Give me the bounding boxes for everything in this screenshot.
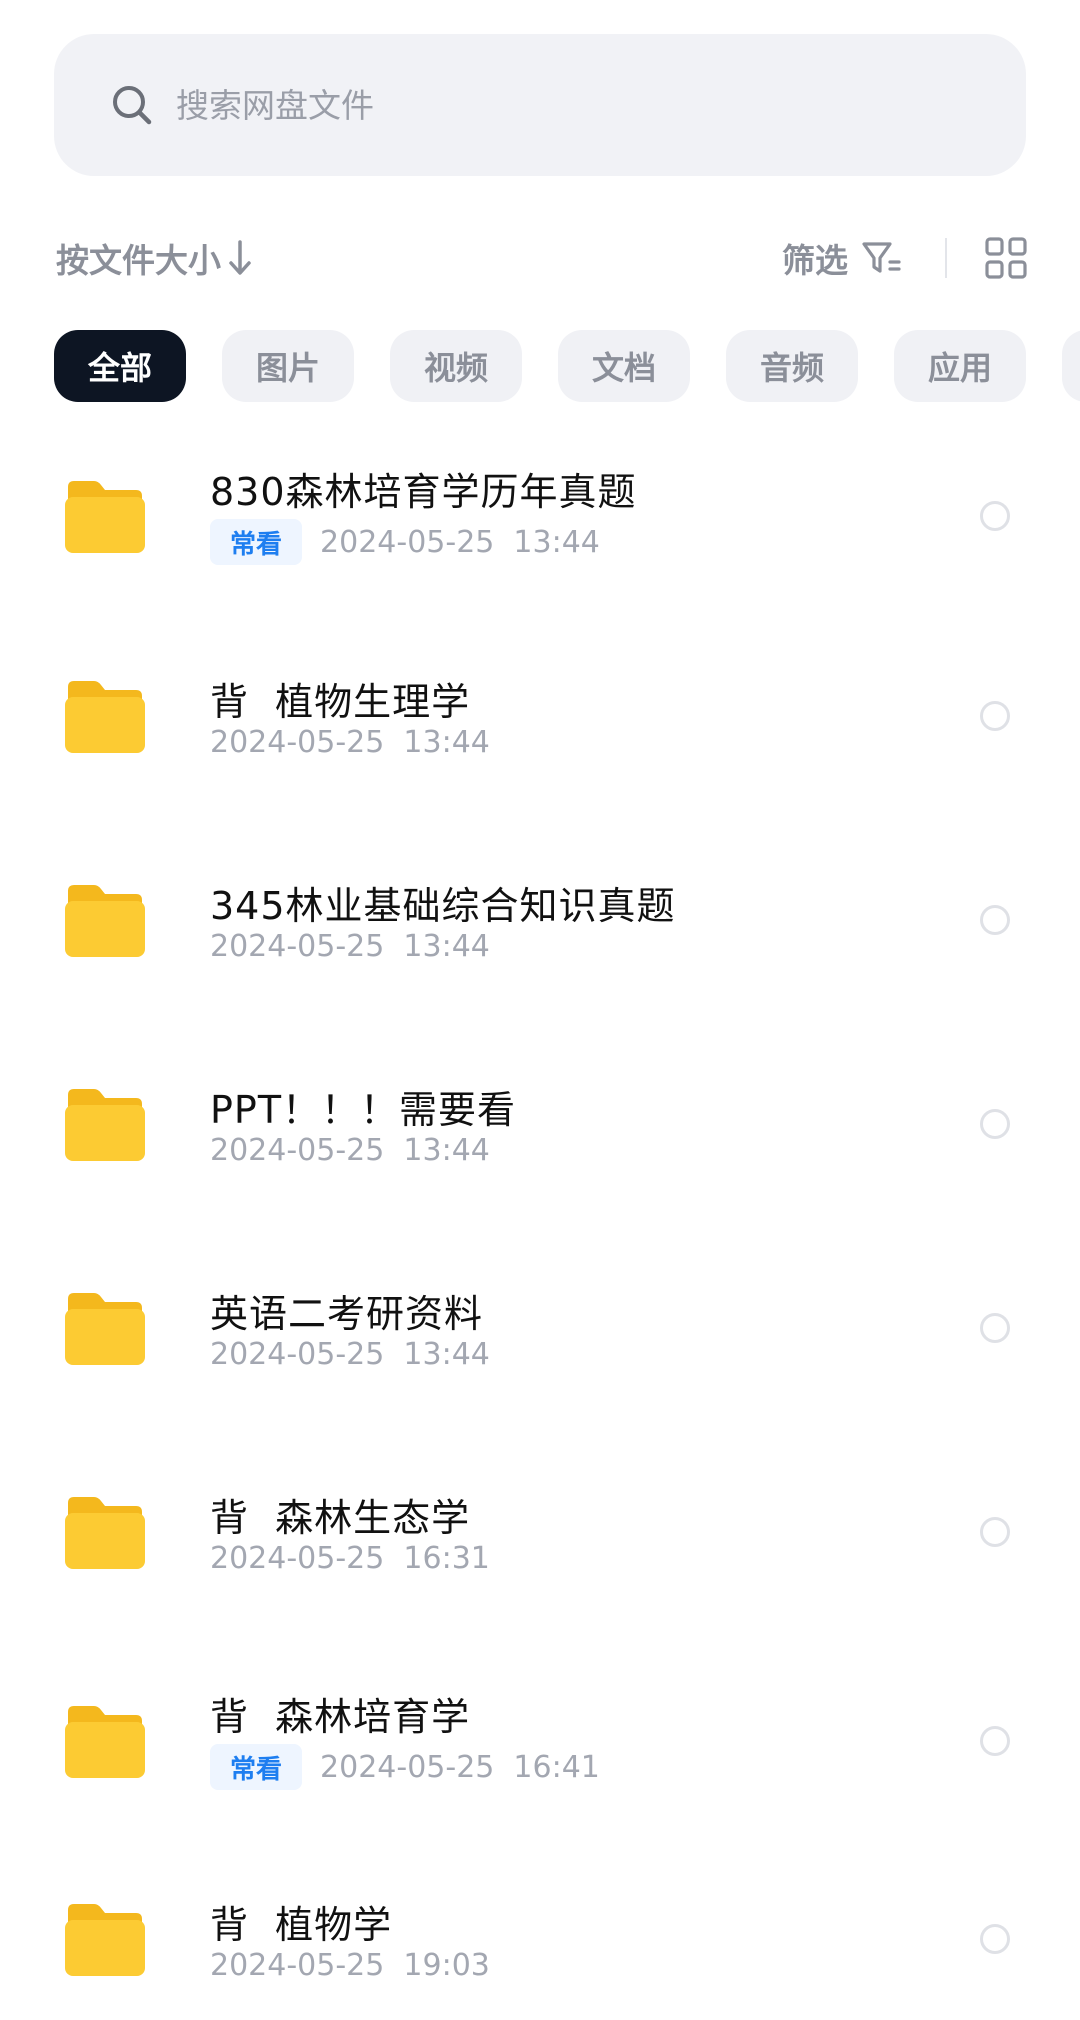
folder-icon <box>65 681 145 753</box>
list-item[interactable]: PPT！！！需要看 2024-05-25 13:44 <box>0 1045 1080 1205</box>
filter-label: 筛选 <box>782 241 848 280</box>
folder-icon <box>65 481 145 553</box>
folder-icon <box>65 1706 145 1778</box>
file-date: 2024-05-25 13:44 <box>210 1133 490 1168</box>
tab-videos[interactable]: 视频 <box>390 330 522 402</box>
file-meta: 2024-05-25 13:44 <box>210 1337 490 1372</box>
radio-icon[interactable] <box>980 1726 1010 1756</box>
file-meta: 2024-05-25 13:44 <box>210 725 490 760</box>
file-meta: 2024-05-25 19:03 <box>210 1948 490 1983</box>
file-date: 2024-05-25 13:44 <box>320 524 600 560</box>
folder-icon <box>65 1497 145 1569</box>
radio-icon[interactable] <box>980 905 1010 935</box>
file-meta: 2024-05-25 16:31 <box>210 1541 490 1576</box>
radio-icon[interactable] <box>980 1517 1010 1547</box>
file-meta: 2024-05-25 13:44 <box>210 929 490 964</box>
file-name: PPT！！！需要看 <box>210 1088 517 1132</box>
frequent-badge: 常看 <box>210 1744 303 1790</box>
file-name: 英语二考研资料 <box>210 1292 484 1336</box>
list-item[interactable]: 背 植物学 2024-05-25 19:03 <box>0 1860 1080 2020</box>
file-date: 2024-05-25 13:44 <box>210 929 490 964</box>
radio-icon[interactable] <box>980 701 1010 731</box>
file-meta: 常看 2024-05-25 13:44 <box>210 519 600 565</box>
radio-icon[interactable] <box>980 1109 1010 1139</box>
file-name: 背 植物生理学 <box>210 680 471 724</box>
file-date: 2024-05-25 13:44 <box>210 725 490 760</box>
list-item[interactable]: 背 森林生态学 2024-05-25 16:31 <box>0 1453 1080 1613</box>
file-name: 背 森林生态学 <box>210 1496 471 1540</box>
search-bar[interactable] <box>54 34 1026 176</box>
tab-more[interactable] <box>1062 330 1080 402</box>
tab-audio[interactable]: 音频 <box>726 330 858 402</box>
sort-button[interactable]: 按文件大小 <box>56 230 253 286</box>
folder-icon <box>65 1089 145 1161</box>
search-input[interactable] <box>176 85 936 125</box>
radio-icon[interactable] <box>980 1924 1010 1954</box>
filter-icon <box>862 242 901 273</box>
search-icon <box>113 86 152 125</box>
file-date: 2024-05-25 16:31 <box>210 1541 490 1576</box>
folder-icon <box>65 1293 145 1365</box>
radio-icon[interactable] <box>980 1313 1010 1343</box>
file-name: 背 森林培育学 <box>210 1695 471 1739</box>
list-item[interactable]: 英语二考研资料 2024-05-25 13:44 <box>0 1249 1080 1409</box>
file-date: 2024-05-25 16:41 <box>320 1749 600 1785</box>
list-item[interactable]: 背 植物生理学 2024-05-25 13:44 <box>0 637 1080 797</box>
category-tabs: 全部 图片 视频 文档 音频 应用 <box>54 330 1080 404</box>
tab-documents[interactable]: 文档 <box>558 330 690 402</box>
file-date: 2024-05-25 19:03 <box>210 1948 490 1983</box>
file-name: 背 植物学 <box>210 1903 393 1947</box>
tab-images[interactable]: 图片 <box>222 330 354 402</box>
list-item[interactable]: 830森林培育学历年真题 常看 2024-05-25 13:44 <box>0 437 1080 597</box>
list-item[interactable]: 345林业基础综合知识真题 2024-05-25 13:44 <box>0 841 1080 1001</box>
frequent-badge: 常看 <box>210 519 303 565</box>
tab-apps[interactable]: 应用 <box>894 330 1026 402</box>
filter-button[interactable]: 筛选 <box>782 230 902 286</box>
radio-icon[interactable] <box>980 501 1010 531</box>
file-meta: 2024-05-25 13:44 <box>210 1133 490 1168</box>
arrow-down-icon <box>229 240 251 275</box>
grid-view-icon[interactable] <box>984 236 1028 280</box>
folder-icon <box>65 885 145 957</box>
file-name: 830森林培育学历年真题 <box>210 470 637 514</box>
file-date: 2024-05-25 13:44 <box>210 1337 490 1372</box>
toolbar-divider <box>945 238 947 278</box>
toolbar: 按文件大小 筛选 <box>56 230 1028 286</box>
folder-icon <box>65 1904 145 1976</box>
file-name: 345林业基础综合知识真题 <box>210 884 676 928</box>
list-item[interactable]: 背 森林培育学 常看 2024-05-25 16:41 <box>0 1662 1080 1822</box>
tab-all[interactable]: 全部 <box>54 330 186 402</box>
sort-label: 按文件大小 <box>56 241 221 280</box>
file-meta: 常看 2024-05-25 16:41 <box>210 1744 600 1790</box>
